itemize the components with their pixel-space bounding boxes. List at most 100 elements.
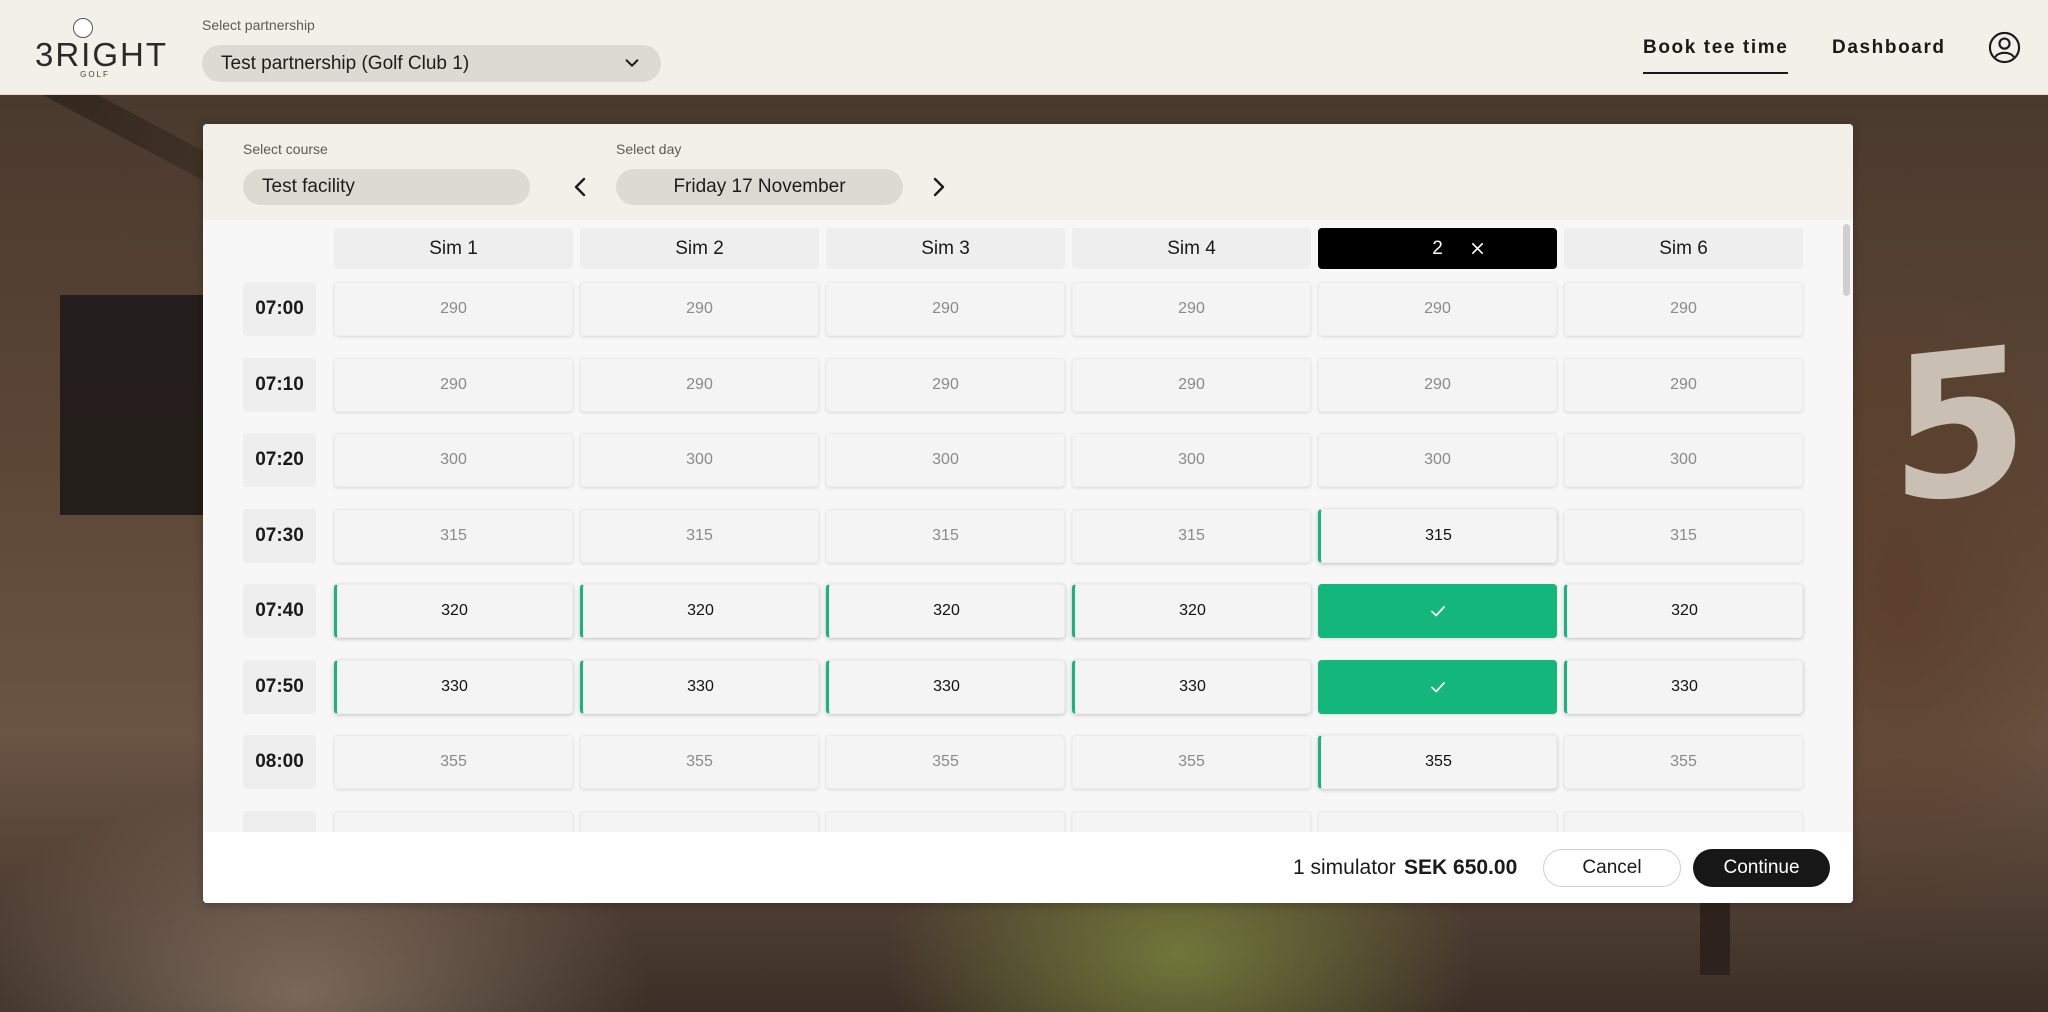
tee-time-grid: Sim 1 Sim 2 Sim 3 Sim 4 2 Sim 6 07:00 290 290 290…: [203, 220, 1853, 832]
column-header-6[interactable]: Sim 6: [1564, 228, 1803, 269]
check-icon: [1430, 606, 1445, 617]
tee-time-slot: [1072, 810, 1311, 832]
tee-time-slot: 290: [826, 357, 1065, 412]
day-select[interactable]: Friday 17 November: [616, 169, 903, 205]
tee-time-slot: 290: [1564, 282, 1803, 336]
partnership-label: Select partnership: [202, 17, 315, 33]
column-header-1[interactable]: Sim 1: [334, 228, 573, 269]
tee-time-slot: 355: [334, 735, 573, 789]
cancel-button[interactable]: Cancel: [1543, 849, 1681, 887]
tee-time-slot[interactable]: 330: [334, 659, 573, 714]
tee-time-slot: [826, 810, 1065, 832]
tee-time-slot: 300: [334, 433, 573, 487]
tee-time-slot: 315: [334, 508, 573, 563]
partnership-value: Test partnership (Golf Club 1): [221, 52, 470, 74]
grid-scrollbar[interactable]: [1843, 224, 1850, 296]
tee-time-slot: 300: [826, 433, 1065, 487]
column-header-label: Sim 3: [921, 237, 970, 259]
time-label: 07:20: [243, 433, 316, 487]
time-label: 07:50: [243, 659, 316, 714]
column-header-4[interactable]: Sim 4: [1072, 228, 1311, 269]
tee-time-slot[interactable]: [1318, 584, 1557, 638]
tee-time-slot: 355: [580, 735, 819, 789]
tee-time-slot: 290: [1072, 357, 1311, 412]
column-header-5[interactable]: 2: [1318, 228, 1557, 269]
column-header-label: 2: [1432, 237, 1443, 259]
column-header-label: Sim 4: [1167, 237, 1216, 259]
tee-time-slot[interactable]: 330: [826, 659, 1065, 714]
tee-time-slot: 290: [826, 282, 1065, 336]
nav-book-tee-time[interactable]: Book tee time: [1643, 0, 1789, 95]
tee-time-slot[interactable]: 330: [1564, 659, 1803, 714]
logo-wordmark: 3RIGHT: [35, 36, 169, 73]
continue-button[interactable]: Continue: [1693, 849, 1830, 887]
tee-time-slot: [334, 810, 573, 832]
tee-time-slot: 315: [580, 508, 819, 563]
tee-time-slot[interactable]: 320: [580, 584, 819, 638]
total-price: SEK 650.00: [1404, 856, 1518, 879]
golf-ball-icon: [73, 18, 93, 38]
tee-time-slot[interactable]: 330: [580, 659, 819, 714]
tee-time-slot[interactable]: 320: [334, 584, 573, 638]
tee-time-slot: 290: [334, 357, 573, 412]
top-bar: 3RIGHT GOLF Select partnership Test part…: [0, 0, 2048, 95]
booking-filters: Select course Test facility Select day F…: [203, 124, 1853, 220]
chevron-left-icon[interactable]: [569, 175, 593, 199]
time-label: 08:00: [243, 735, 316, 789]
tee-time-slot: 300: [580, 433, 819, 487]
tee-time-slot: 290: [1072, 282, 1311, 336]
close-icon[interactable]: [1470, 241, 1485, 256]
tee-time-slot[interactable]: 330: [1072, 659, 1311, 714]
tee-time-slot: 315: [1072, 508, 1311, 563]
tee-time-slot: 315: [826, 508, 1065, 563]
tee-time-slot: 355: [1564, 735, 1803, 789]
time-label: 07:00: [243, 282, 316, 336]
logo-subtitle: GOLF: [80, 70, 110, 79]
column-header-2[interactable]: Sim 2: [580, 228, 819, 269]
tee-time-slot: [1318, 810, 1557, 832]
tee-time-slot: 290: [1564, 357, 1803, 412]
tee-time-slot: 290: [1318, 282, 1557, 336]
booking-summary: 1 simulator SEK 650.00 Cancel Continue: [203, 832, 1853, 903]
tee-time-slot: 355: [826, 735, 1065, 789]
tee-time-slot: 300: [1072, 433, 1311, 487]
tee-time-slot: 315: [1564, 508, 1803, 563]
chevron-right-icon[interactable]: [926, 175, 950, 199]
tee-time-slot[interactable]: 320: [1564, 584, 1803, 638]
column-header-3[interactable]: Sim 3: [826, 228, 1065, 269]
course-select[interactable]: Test facility: [243, 169, 530, 205]
time-label: 07:40: [243, 584, 316, 638]
tee-time-slot[interactable]: 315: [1318, 508, 1557, 563]
nav-dashboard[interactable]: Dashboard: [1832, 0, 1946, 95]
tee-time-slot: 290: [334, 282, 573, 336]
day-label: Select day: [616, 141, 682, 157]
tee-time-slot: 300: [1564, 433, 1803, 487]
tee-time-slot: 290: [580, 282, 819, 336]
partnership-select[interactable]: Test partnership (Golf Club 1): [202, 45, 661, 82]
time-label: 07:10: [243, 357, 316, 412]
tee-time-slot[interactable]: 355: [1318, 735, 1557, 789]
column-header-label: Sim 2: [675, 237, 724, 259]
course-label: Select course: [243, 141, 328, 157]
tee-time-slot: [580, 810, 819, 832]
time-label: 07:30: [243, 508, 316, 563]
time-label: [243, 810, 316, 832]
tee-time-slot: 300: [1318, 433, 1557, 487]
nav-dashboard-label: Dashboard: [1832, 36, 1946, 58]
tee-time-slot[interactable]: 320: [1072, 584, 1311, 638]
tee-time-slot[interactable]: [1318, 659, 1557, 714]
user-circle-icon[interactable]: [1988, 31, 2021, 64]
day-value: Friday 17 November: [673, 176, 846, 197]
tee-time-slot: [1564, 810, 1803, 832]
column-header-label: Sim 1: [429, 237, 478, 259]
tee-time-slot[interactable]: 320: [826, 584, 1065, 638]
course-value: Test facility: [262, 176, 355, 197]
tee-time-slot: 290: [580, 357, 819, 412]
column-header-label: Sim 6: [1659, 237, 1708, 259]
simulator-count: 1 simulator: [1293, 856, 1396, 879]
booking-panel: Select course Test facility Select day F…: [203, 124, 1853, 903]
bright-golf-logo[interactable]: 3RIGHT GOLF: [35, 16, 169, 79]
chevron-down-icon: [625, 59, 639, 67]
tee-time-slot: 290: [1318, 357, 1557, 412]
nav-book-label: Book tee time: [1643, 36, 1789, 58]
